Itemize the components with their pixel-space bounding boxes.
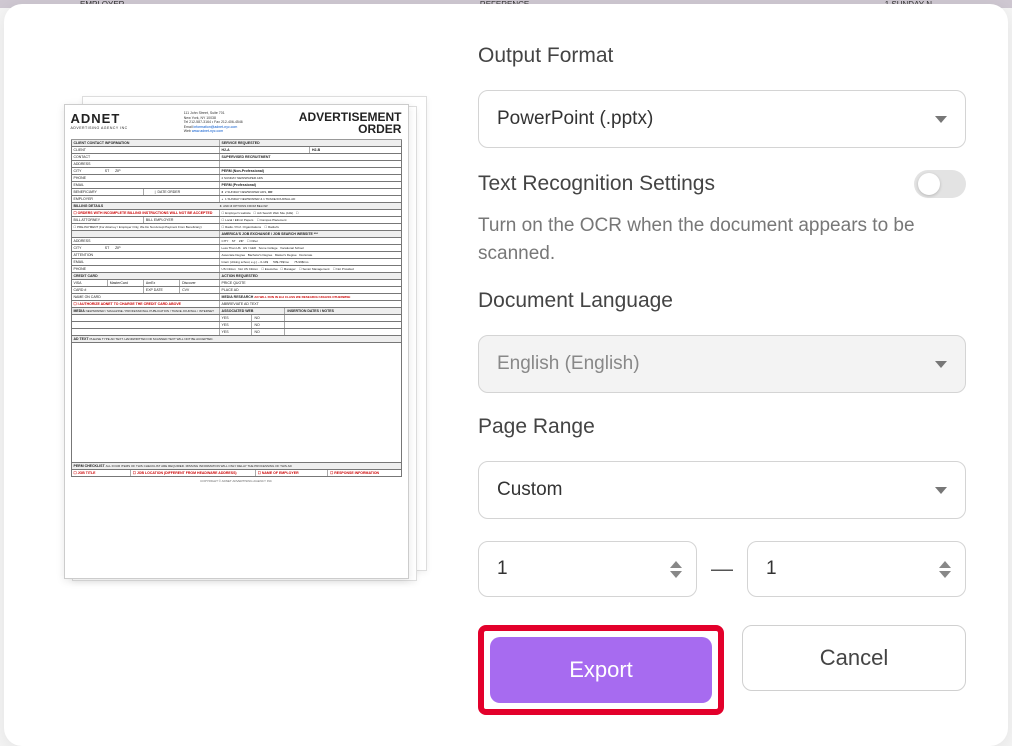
chevron-down-icon[interactable] (670, 571, 682, 578)
output-format-value: PowerPoint (.pptx) (497, 108, 653, 130)
cancel-button[interactable]: Cancel (742, 625, 966, 691)
ocr-toggle[interactable] (914, 170, 966, 198)
page-from-input[interactable]: 1 (478, 541, 697, 597)
range-separator: — (711, 556, 733, 582)
page-from-value: 1 (497, 558, 508, 580)
page-range-select[interactable]: Custom (478, 461, 966, 519)
chevron-down-icon (935, 116, 947, 123)
chevron-down-icon[interactable] (939, 571, 951, 578)
chevron-up-icon[interactable] (939, 561, 951, 568)
output-format-select[interactable]: PowerPoint (.pptx) (478, 90, 966, 148)
preview-logo: ADNET (71, 111, 128, 126)
chevron-down-icon (935, 487, 947, 494)
ocr-description: Turn on the OCR when the document appear… (478, 212, 966, 267)
document-language-label: Document Language (478, 289, 966, 313)
page-to-stepper (939, 561, 951, 578)
page-from-stepper (670, 561, 682, 578)
document-language-value: English (English) (497, 353, 640, 375)
page-to-input[interactable]: 1 (747, 541, 966, 597)
page-range-value: Custom (497, 479, 562, 501)
chevron-up-icon[interactable] (670, 561, 682, 568)
preview-logo-sub: ADVERTISING AGENCY INC (71, 126, 128, 130)
document-language-select: English (English) (478, 335, 966, 393)
export-highlight-box: Export (478, 625, 724, 715)
export-modal: ADNET ADVERTISING AGENCY INC 111 John St… (4, 4, 1008, 746)
output-format-label: Output Format (478, 44, 966, 68)
preview-title: ADVERTISEMENT ORDER (299, 111, 402, 135)
toggle-knob (918, 173, 940, 195)
export-settings-panel: Output Format PowerPoint (.pptx) Text Re… (478, 44, 966, 716)
ocr-settings-label: Text Recognition Settings (478, 172, 715, 196)
page-to-value: 1 (766, 558, 777, 580)
document-preview: ADNET ADVERTISING AGENCY INC 111 John St… (46, 44, 426, 716)
export-button[interactable]: Export (490, 637, 712, 703)
page-preview: ADNET ADVERTISING AGENCY INC 111 John St… (64, 104, 409, 579)
page-range-label: Page Range (478, 415, 966, 439)
preview-address: 111 John Street, Suite 701 New York, NY … (184, 111, 243, 135)
chevron-down-icon (935, 361, 947, 368)
